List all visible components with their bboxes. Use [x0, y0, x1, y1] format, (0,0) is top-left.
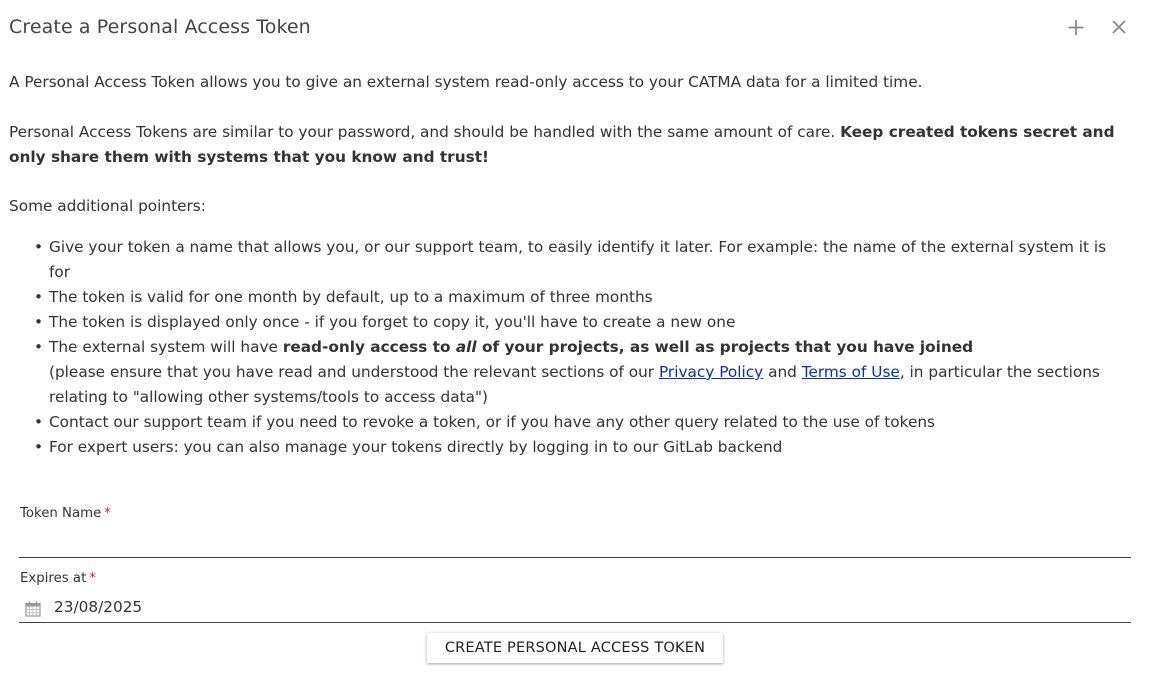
maximize-button[interactable]: [1063, 14, 1089, 40]
required-indicator: *: [104, 506, 111, 521]
calendar-icon[interactable]: [25, 601, 41, 617]
access-text: read-only access to all of your projects…: [283, 338, 973, 356]
create-token-button[interactable]: CREATE PERSONAL ACCESS TOKEN: [427, 633, 723, 663]
dialog-title: Create a Personal Access Token: [9, 16, 311, 38]
bullet: •: [34, 438, 44, 456]
access-all: all: [455, 338, 477, 356]
security-text: Personal Access Tokens are similar to yo…: [9, 123, 841, 141]
list-item: • The token is valid for one month by def…: [9, 285, 1129, 310]
pointers-list: • Give your token a name that allows you,…: [9, 235, 1129, 460]
pointer-text: The token is valid for one month by defa…: [49, 288, 653, 306]
pointer-text: Contact our support team if you need to …: [49, 413, 936, 431]
security-paragraph: Personal Access Tokens are similar to yo…: [9, 120, 1119, 170]
close-icon: [1112, 20, 1126, 34]
expires-date-value: 23/08/2025: [54, 598, 143, 616]
token-name-underline: [19, 557, 1131, 558]
policy-note: (please ensure that you have read and un…: [49, 363, 659, 381]
create-token-dialog: Create a Personal Access Token A Persona…: [0, 0, 1149, 688]
access-text-part: read-only access to: [282, 338, 456, 356]
bullet: •: [34, 413, 44, 431]
pointer-text: Give your token a name that allows you, …: [49, 238, 1107, 281]
expires-label-text: Expires at: [20, 571, 87, 586]
close-button[interactable]: [1106, 14, 1132, 40]
list-item: • The token is displayed only once - if y…: [9, 310, 1129, 335]
token-name-input[interactable]: [19, 530, 1131, 556]
bullet: •: [34, 338, 44, 356]
token-name-label: Token Name *: [20, 506, 111, 521]
pointer-text: For expert users: you can also manage yo…: [49, 438, 783, 456]
privacy-policy-link[interactable]: Privacy Policy: [659, 363, 763, 381]
list-item: • Contact our support team if you need to…: [9, 410, 1129, 435]
expires-label: Expires at *: [20, 571, 96, 586]
plus-icon: [1068, 20, 1084, 35]
policy-note-and: and: [763, 363, 802, 381]
bullet: •: [34, 313, 44, 331]
token-name-label-text: Token Name: [20, 506, 102, 521]
list-item: • Give your token a name that allows you,…: [9, 235, 1129, 285]
list-item: • For expert users: you can also manage y…: [9, 435, 1129, 460]
bullet: •: [34, 288, 44, 306]
terms-of-use-link[interactable]: Terms of Use: [802, 363, 900, 381]
bullet: •: [34, 238, 44, 256]
expires-date-field[interactable]: 23/08/2025: [19, 596, 1131, 622]
intro-paragraph: A Personal Access Token allows you to gi…: [9, 73, 923, 91]
pointers-heading: Some additional pointers:: [9, 197, 206, 215]
expires-underline: [19, 622, 1131, 623]
required-indicator: *: [89, 571, 96, 586]
access-text-part: of your projects, as well as projects th…: [476, 338, 974, 356]
pointer-text: The token is displayed only once - if yo…: [49, 313, 736, 331]
pointer-text: The external system will have: [49, 338, 283, 356]
list-item: • The external system will have read-only…: [9, 335, 1129, 410]
